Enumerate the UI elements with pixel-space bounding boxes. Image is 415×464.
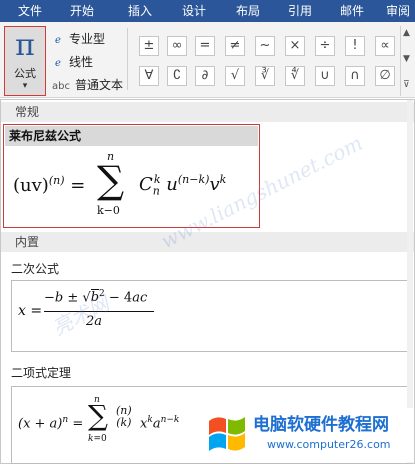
symbol-plus-minus[interactable]: ±: [139, 36, 159, 56]
scroll-up-icon[interactable]: ▲: [403, 28, 410, 38]
section-header-normal: 常规: [1, 102, 414, 122]
sum-sigma: ∑: [97, 158, 125, 202]
symbol-square-root[interactable]: √: [225, 66, 245, 86]
format-professional[interactable]: e 专业型: [50, 30, 105, 48]
more-icon[interactable]: ⊽: [403, 80, 410, 90]
symbol-empty-set[interactable]: ∅: [375, 66, 395, 86]
leibniz-rhs: Cnk u(n−k)vk: [139, 173, 227, 198]
binomial-sigma: ∑: [88, 399, 108, 432]
tab-mailings[interactable]: 邮件: [330, 0, 374, 22]
logo-name: 电脑软硬件教程网: [253, 415, 389, 435]
format-professional-label: 专业型: [69, 32, 106, 46]
ribbon-tab-bar: 文件 开始 插入 设计 布局 引用 邮件 审阅: [0, 0, 415, 22]
scroll-down-icon[interactable]: ▼: [403, 54, 410, 64]
format-normal-text-label: 普通文本: [75, 78, 124, 92]
symbol-factorial[interactable]: !: [345, 36, 365, 56]
tab-references[interactable]: 引用: [278, 0, 322, 22]
section-header-builtin: 内置: [1, 232, 414, 252]
pi-icon: π: [15, 28, 35, 63]
site-logo: 电脑软硬件教程网 www.computer26.com: [205, 408, 413, 462]
symbol-cube-root[interactable]: ∛: [255, 66, 275, 86]
binomial-title: 二项式定理: [11, 366, 72, 380]
symbol-tilde[interactable]: ~: [255, 36, 275, 56]
symbol-gallery-scroll[interactable]: ▲ ▼ ⊽: [400, 26, 413, 96]
dropdown-arrow-icon: ▾: [22, 81, 28, 91]
leibniz-lhs: (uv)(n) =: [13, 174, 86, 196]
sum-lower-k0: k−0: [97, 204, 120, 217]
symbol-fourth-root[interactable]: ∜: [285, 66, 305, 86]
symbol-intersection[interactable]: ∩: [345, 66, 365, 86]
professional-format-icon: e: [55, 35, 61, 46]
logo-url: www.computer26.com: [267, 438, 391, 451]
binomial-lhs: (x + a)n =: [18, 415, 84, 432]
symbol-divide[interactable]: ÷: [315, 36, 335, 56]
binomial-rhs: xkan−k: [140, 415, 180, 432]
equation-button-label: 公式: [14, 67, 36, 80]
symbol-times[interactable]: ×: [285, 36, 305, 56]
quadratic-x-equals: x =: [18, 303, 43, 319]
windows-logo-icon: [209, 417, 245, 451]
symbol-proportional[interactable]: ∝: [375, 36, 395, 56]
binomial-coefficient: (n) (k): [116, 404, 132, 429]
tab-design[interactable]: 设计: [172, 0, 216, 22]
tab-home[interactable]: 开始: [60, 0, 104, 22]
ribbon-body: π 公式 ▾ e 专业型 e 线性 abc 普通文本 ± ∞ = ≠ ~ × ÷ ! …: [0, 22, 415, 98]
tab-layout[interactable]: 布局: [226, 0, 270, 22]
symbol-equals[interactable]: =: [195, 36, 215, 56]
tab-insert[interactable]: 插入: [118, 0, 162, 22]
linear-format-icon: e: [55, 58, 61, 69]
tab-file[interactable]: 文件: [8, 0, 52, 22]
format-normal-text[interactable]: abc 普通文本: [50, 76, 123, 94]
symbol-partial[interactable]: ∂: [195, 66, 215, 86]
symbol-complement[interactable]: ∁: [167, 66, 187, 86]
format-linear-label: 线性: [69, 55, 94, 69]
tab-review[interactable]: 审阅: [378, 0, 415, 22]
abc-icon: abc: [52, 81, 70, 92]
symbol-not-equal[interactable]: ≠: [225, 36, 245, 56]
equation-button[interactable]: π 公式 ▾: [4, 26, 46, 96]
format-linear[interactable]: e 线性: [50, 53, 93, 71]
binomial-sum-lower: k=0: [88, 434, 107, 444]
quadratic-title: 二次公式: [11, 262, 60, 276]
symbol-for-all[interactable]: ∀: [139, 66, 159, 86]
leibniz-title: 莱布尼兹公式: [5, 126, 258, 146]
group-separator: [127, 28, 128, 90]
symbol-infinity[interactable]: ∞: [167, 36, 187, 56]
symbol-union[interactable]: ∪: [315, 66, 335, 86]
